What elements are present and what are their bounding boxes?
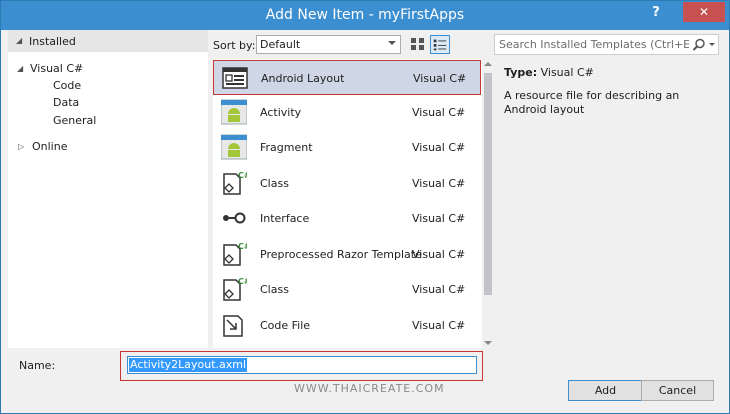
type-value: Visual C# — [540, 66, 594, 79]
dialog-body: ◢ Installed ◢ Visual C# Code Data Genera… — [4, 30, 726, 411]
list-item[interactable]: C# Class Visual C# — [213, 272, 481, 307]
template-language: Visual C# — [412, 283, 466, 296]
list-item[interactable]: Interface Visual C# — [213, 201, 481, 236]
collapse-icon[interactable]: ◢ — [16, 36, 22, 45]
template-language: Visual C# — [412, 212, 466, 225]
tree-item-label: Online — [32, 140, 68, 153]
small-icons-view-icon[interactable] — [409, 35, 427, 53]
template-name: Fragment — [260, 141, 313, 154]
template-name: Activity — [260, 106, 302, 119]
name-label: Name: — [19, 359, 56, 372]
interface-icon — [223, 212, 246, 224]
template-language: Visual C# — [412, 177, 466, 190]
template-details: Type: Visual C# A resource file for desc… — [504, 66, 719, 117]
close-button[interactable]: ✕ — [683, 2, 725, 22]
tree-item-online[interactable]: ▷ Online — [8, 138, 208, 155]
list-item[interactable]: C# Class Visual C# — [213, 166, 481, 201]
android-fragment-icon — [221, 134, 247, 160]
template-name: Interface — [260, 212, 310, 225]
name-field[interactable]: Activity2Layout.axml — [127, 356, 477, 374]
name-field-value: Activity2Layout.axml — [129, 358, 248, 372]
title-bar[interactable]: Add New Item - myFirstApps ? ✕ — [1, 1, 729, 30]
window-title: Add New Item - myFirstApps — [265, 7, 465, 23]
add-new-item-dialog: Add New Item - myFirstApps ? ✕ ◢ Install… — [0, 0, 730, 414]
scroll-down-icon[interactable] — [484, 341, 492, 345]
name-highlight: Activity2Layout.axml — [120, 351, 483, 381]
type-label: Type: — [504, 66, 538, 79]
installed-header[interactable]: ◢ Installed — [8, 30, 208, 52]
list-item[interactable]: Activity Visual C# — [213, 95, 481, 130]
tree-item-data[interactable]: Data — [53, 94, 79, 111]
template-language: Visual C# — [412, 106, 466, 119]
search-options-chevron-icon[interactable] — [709, 43, 715, 46]
watermark: WWW.THAICREATE.COM — [294, 382, 445, 395]
template-name: Class — [260, 283, 289, 296]
csharp-class-icon: C# — [223, 242, 247, 266]
template-language: Visual C# — [412, 248, 466, 261]
template-language: Visual C# — [412, 319, 466, 332]
installed-label: Installed — [29, 35, 76, 48]
svg-text:C#: C# — [238, 277, 247, 286]
sort-by-dropdown[interactable]: Default — [256, 35, 401, 54]
sort-by-value: Default — [260, 38, 301, 51]
template-name: Class — [260, 177, 289, 190]
scroll-thumb[interactable] — [484, 73, 492, 295]
template-list-scrollbar[interactable] — [482, 59, 494, 348]
category-tree: ◢ Installed ◢ Visual C# Code Data Genera… — [8, 30, 208, 348]
expanded-triangle-icon[interactable]: ◢ — [17, 60, 23, 77]
svg-text:C#: C# — [238, 171, 247, 180]
search-icon[interactable] — [692, 38, 706, 52]
template-name: Preprocessed Razor Template — [260, 248, 422, 261]
svg-text:C#: C# — [238, 242, 247, 251]
list-item[interactable]: Fragment Visual C# — [213, 130, 481, 165]
sort-by-label: Sort by: — [213, 39, 256, 52]
code-file-icon — [223, 315, 243, 337]
template-name: Android Layout — [261, 72, 345, 85]
template-language: Visual C# — [413, 72, 467, 85]
template-list: Android Layout Visual C# Activity Visual… — [213, 59, 494, 348]
android-layout-icon — [222, 67, 248, 89]
help-button[interactable]: ? — [647, 4, 665, 22]
list-item[interactable]: Android Layout Visual C# — [213, 60, 481, 95]
search-input[interactable] — [499, 37, 689, 52]
template-description: A resource file for describing an Androi… — [504, 89, 680, 116]
list-item[interactable]: C# Preprocessed Razor Template Visual C# — [213, 237, 481, 272]
template-language: Visual C# — [412, 141, 466, 154]
tree-item-general[interactable]: General — [53, 112, 96, 129]
scroll-up-icon[interactable] — [484, 62, 492, 66]
collapsed-triangle-icon[interactable]: ▷ — [18, 138, 24, 155]
tree-item-code[interactable]: Code — [53, 77, 81, 94]
tree-item-visual-csharp[interactable]: ◢ Visual C# — [8, 60, 208, 77]
template-search[interactable] — [494, 34, 719, 55]
tree-item-label: Visual C# — [30, 62, 84, 75]
list-view-icon[interactable] — [430, 35, 450, 54]
list-item[interactable]: Code File Visual C# — [213, 308, 481, 343]
csharp-class-icon: C# — [223, 171, 247, 195]
add-button[interactable]: Add — [568, 380, 643, 401]
csharp-class-icon: C# — [223, 277, 247, 301]
cancel-button[interactable]: Cancel — [641, 380, 714, 401]
android-activity-icon — [221, 99, 247, 125]
chevron-down-icon — [388, 41, 396, 45]
template-name: Code File — [260, 319, 311, 332]
